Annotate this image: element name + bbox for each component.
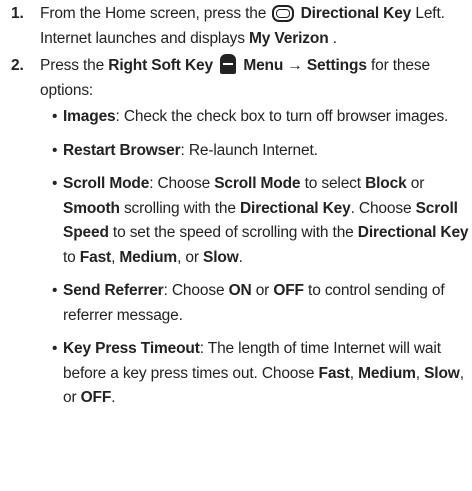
- option-text: .: [238, 248, 243, 266]
- option-value: Directional Key: [357, 224, 469, 241]
- option-restart-browser: • Restart Browser: Re-launch Internet.: [52, 139, 472, 164]
- option-text: or: [251, 282, 274, 299]
- bullet: •: [52, 141, 58, 159]
- option-name: Scroll Mode: [63, 175, 150, 192]
- option-text: : Check the check box to turn off browse…: [115, 108, 449, 125]
- option-value: Directional Key: [240, 199, 351, 217]
- option-text: ,: [415, 364, 425, 382]
- option-value: OFF: [80, 389, 112, 406]
- option-text: scrolling with the: [119, 199, 240, 217]
- right-soft-key-icon: [220, 54, 237, 74]
- option-text: , or: [177, 248, 204, 266]
- option-text: or: [406, 175, 425, 192]
- option-text: : Re-launch Internet.: [180, 141, 318, 159]
- option-name: Images: [63, 108, 116, 125]
- step-text: From the Home screen, press the: [40, 5, 267, 22]
- step-number: 2.: [11, 57, 24, 74]
- bullet: •: [52, 340, 58, 357]
- option-text: to: [63, 248, 80, 266]
- key-name: Directional Key: [300, 5, 412, 22]
- option-value: Medium: [358, 364, 416, 382]
- option-text: to select: [300, 175, 366, 192]
- option-key-press-timeout: • Key Press Timeout: The length of time …: [52, 337, 472, 411]
- screen-name: My Verizon: [249, 29, 329, 47]
- option-images: • Images: Check the check box to turn of…: [52, 105, 472, 130]
- option-text: : Choose: [163, 282, 229, 299]
- option-value: Slow: [203, 248, 239, 266]
- option-value: Fast: [318, 364, 350, 382]
- key-name: Right Soft Key: [108, 57, 213, 74]
- option-value: Block: [365, 175, 407, 192]
- option-send-referrer: • Send Referrer: Choose ON or OFF to con…: [52, 279, 472, 328]
- bullet: •: [52, 175, 58, 192]
- option-name: Key Press Timeout: [63, 340, 200, 357]
- step-number: 1.: [11, 5, 24, 22]
- step-text: .: [332, 29, 337, 47]
- manual-page: 1. From the Home screen, press the Direc…: [0, 0, 472, 491]
- option-value: ON: [228, 282, 252, 299]
- option-name: Restart Browser: [63, 141, 181, 159]
- option-value: Slow: [424, 364, 460, 382]
- settings-options-list: • Images: Check the check box to turn of…: [40, 105, 472, 411]
- option-value: OFF: [273, 282, 304, 299]
- step-2: 2. Press the Right Soft Key Menu → Setti…: [0, 54, 472, 411]
- menu-path: Menu → Settings: [243, 57, 367, 74]
- directional-key-icon: [272, 5, 295, 22]
- option-value: Scroll Mode: [214, 175, 301, 192]
- option-value: Smooth: [63, 199, 120, 217]
- option-text: to set the speed of scrolling with the: [108, 224, 358, 241]
- option-name: Send Referrer: [63, 282, 164, 299]
- option-text: : Choose: [149, 175, 215, 192]
- step-text: Press the: [40, 57, 109, 74]
- option-value: Medium: [119, 248, 178, 266]
- step-1: 1. From the Home screen, press the Direc…: [0, 2, 472, 51]
- option-text: ,: [349, 364, 359, 382]
- option-value: Fast: [79, 248, 112, 266]
- option-scroll-mode: • Scroll Mode: Choose Scroll Mode to sel…: [52, 172, 472, 270]
- bullet: •: [52, 108, 58, 125]
- option-text: .: [111, 389, 116, 406]
- option-text: . Choose: [350, 199, 416, 217]
- bullet: •: [52, 282, 58, 299]
